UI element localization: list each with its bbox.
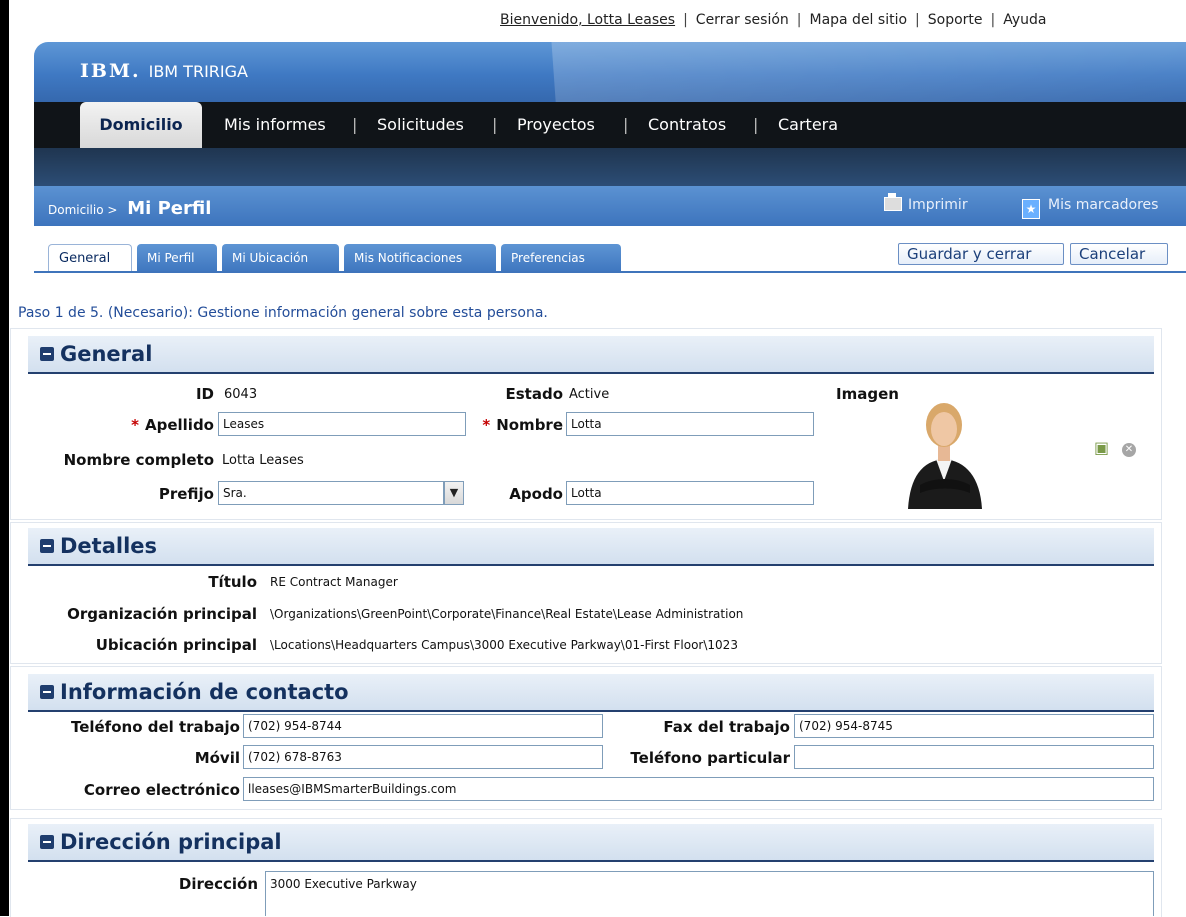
title-value: RE Contract Manager <box>270 575 398 589</box>
lastname-input[interactable]: Leases <box>218 412 466 436</box>
print-label: Imprimir <box>908 197 968 213</box>
cancel-button[interactable]: Cancelar <box>1070 243 1168 265</box>
product-name: IBM TRIRIGA <box>148 62 248 81</box>
tab-mis-notificaciones[interactable]: Mis Notificaciones <box>344 244 496 272</box>
nav-item-contratos[interactable]: Contratos <box>648 102 726 148</box>
sub-nav-bar <box>34 148 1186 186</box>
status-value: Active <box>569 387 610 402</box>
printer-icon <box>884 193 902 211</box>
chevron-down-icon[interactable]: ▼ <box>444 481 464 505</box>
firstname-label: * Nombre <box>482 416 563 434</box>
profile-photo <box>900 385 988 509</box>
nav-separator: | <box>623 115 629 134</box>
nav-item-domicilio[interactable]: Domicilio <box>80 102 202 152</box>
home-phone-label: Teléfono particular <box>630 749 790 767</box>
save-close-button[interactable]: Guardar y cerrar <box>898 243 1064 265</box>
id-label: ID <box>195 385 214 403</box>
firstname-label-text: Nombre <box>496 416 563 434</box>
collapse-icon[interactable] <box>40 835 54 849</box>
contact-section-header[interactable]: Información de contacto <box>28 674 1154 712</box>
work-phone-label: Teléfono del trabajo <box>70 718 240 736</box>
nav-item-mis-informes[interactable]: Mis informes <box>224 102 326 148</box>
support-link[interactable]: Soporte <box>928 12 983 28</box>
page-title-bar: Domicilio > Mi Perfil Imprimir ★ Mis marc… <box>34 186 1186 226</box>
id-value: 6043 <box>224 387 258 402</box>
work-fax-input[interactable]: (702) 954-8745 <box>794 714 1154 738</box>
nav-separator: | <box>492 115 498 134</box>
fullname-label: Nombre completo <box>63 451 214 469</box>
add-image-icon[interactable]: ▣ <box>1094 438 1109 457</box>
work-fax-label: Fax del trabajo <box>663 718 790 736</box>
general-section-header[interactable]: General <box>28 336 1154 374</box>
collapse-icon[interactable] <box>40 539 54 553</box>
bookmark-star-icon: ★ <box>1022 199 1040 219</box>
nav-item-cartera[interactable]: Cartera <box>778 102 838 148</box>
tab-mi-ubicacion[interactable]: Mi Ubicación <box>222 244 339 272</box>
nav-separator: | <box>352 115 358 134</box>
org-value: \Organizations\GreenPoint\Corporate\Fina… <box>270 607 744 621</box>
nickname-input[interactable]: Lotta <box>566 481 814 505</box>
required-marker: * <box>131 416 139 434</box>
email-label: Correo electrónico <box>83 781 240 799</box>
mobile-label: Móvil <box>194 749 240 767</box>
home-phone-input[interactable] <box>794 745 1154 769</box>
prefix-label: Prefijo <box>158 485 214 503</box>
logout-link[interactable]: Cerrar sesión <box>696 12 789 28</box>
general-section-title: General <box>60 342 153 366</box>
collapse-icon[interactable] <box>40 685 54 699</box>
window-left-edge <box>0 0 9 916</box>
app-banner: IBM. IBM TRIRIGA <box>34 42 1186 102</box>
sitemap-link[interactable]: Mapa del sitio <box>809 12 907 28</box>
details-section-header[interactable]: Detalles <box>28 528 1154 566</box>
tab-general[interactable]: General <box>48 244 132 272</box>
page-title: Mi Perfil <box>127 198 212 219</box>
work-phone-input[interactable]: (702) 954-8744 <box>243 714 603 738</box>
nav-item-solicitudes[interactable]: Solicitudes <box>377 102 464 148</box>
collapse-icon[interactable] <box>40 347 54 361</box>
org-label: Organización principal <box>67 605 257 623</box>
address-section-title: Dirección principal <box>60 830 282 854</box>
ibm-logo: IBM. <box>80 60 141 82</box>
print-action[interactable]: Imprimir <box>884 193 968 213</box>
title-label: Título <box>208 573 257 591</box>
fullname-value: Lotta Leases <box>222 453 304 468</box>
bookmarks-label: Mis marcadores <box>1048 197 1159 213</box>
lastname-label-text: Apellido <box>145 416 214 434</box>
breadcrumb-home[interactable]: Domicilio <box>48 203 104 217</box>
address-section-header[interactable]: Dirección principal <box>28 824 1154 862</box>
address-textarea[interactable]: 3000 Executive Parkway <box>265 871 1154 916</box>
remove-image-icon[interactable]: ✕ <box>1122 443 1136 457</box>
brand-logo: IBM. IBM TRIRIGA <box>80 60 248 82</box>
contact-section-title: Información de contacto <box>60 680 349 704</box>
main-nav: Domicilio Mis informes | Solicitudes | P… <box>34 102 1186 152</box>
utility-links: Bienvenido, Lotta Leases | Cerrar sesión | M… <box>500 12 1047 28</box>
email-input[interactable]: lleases@IBMSmarterBuildings.com <box>243 777 1154 801</box>
nav-separator: | <box>753 115 759 134</box>
location-value: \Locations\Headquarters Campus\3000 Exec… <box>270 638 738 652</box>
address-label: Dirección <box>178 875 258 893</box>
mobile-input[interactable]: (702) 678-8763 <box>243 745 603 769</box>
lastname-label: * Apellido <box>131 416 214 434</box>
image-label: Imagen <box>836 385 899 403</box>
tabs-underline <box>34 271 1186 273</box>
nav-item-proyectos[interactable]: Proyectos <box>517 102 595 148</box>
status-label: Estado <box>505 385 563 403</box>
details-section-title: Detalles <box>60 534 158 558</box>
nickname-label: Apodo <box>509 485 563 503</box>
prefix-select[interactable]: Sra. <box>218 481 444 505</box>
tab-preferencias[interactable]: Preferencias <box>501 244 621 272</box>
breadcrumb-arrow: > <box>107 203 118 217</box>
step-instructions: Paso 1 de 5. (Necesario): Gestione infor… <box>18 305 548 321</box>
help-link[interactable]: Ayuda <box>1003 12 1046 28</box>
tab-mi-perfil[interactable]: Mi Perfil <box>137 244 217 272</box>
top-strip <box>9 0 1186 6</box>
location-label: Ubicación principal <box>95 636 257 654</box>
welcome-link[interactable]: Bienvenido, Lotta Leases <box>500 12 675 28</box>
bookmarks-action[interactable]: ★ Mis marcadores <box>1022 197 1158 219</box>
required-marker: * <box>482 416 491 434</box>
firstname-input[interactable]: Lotta <box>566 412 814 436</box>
breadcrumb: Domicilio > Mi Perfil <box>48 198 211 219</box>
